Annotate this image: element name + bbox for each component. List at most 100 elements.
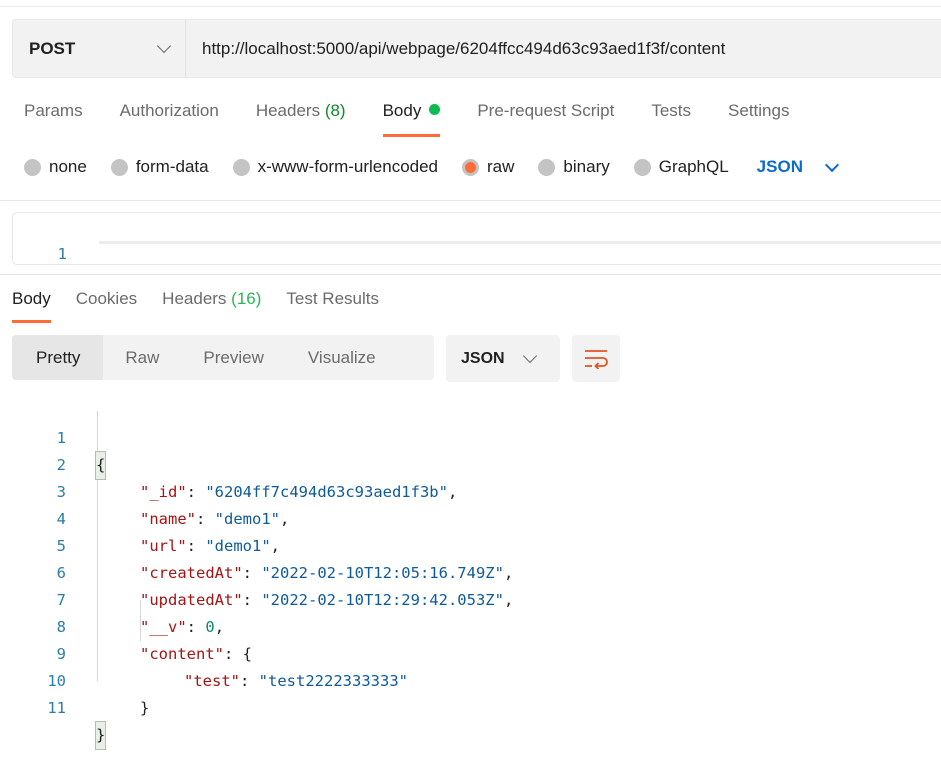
json-comma: , — [503, 564, 514, 582]
line-number: 5 — [56, 537, 66, 555]
radio-graphql[interactable]: GraphQL — [633, 157, 729, 177]
code-line: 1 { — [13, 214, 67, 263]
json-comma: , — [503, 591, 514, 609]
radio-label: x-www-form-urlencoded — [257, 157, 439, 176]
chevron-down-icon — [156, 38, 172, 54]
response-tabs: Body Cookies Headers (16) Test Results — [12, 289, 404, 323]
line-number: 2 — [56, 456, 66, 474]
tab-body[interactable]: Body — [382, 101, 441, 137]
radio-label: GraphQL — [658, 157, 729, 176]
view-raw[interactable]: Raw — [103, 335, 181, 380]
code-text: "content": { — [140, 645, 253, 663]
radio-circle-icon — [24, 158, 41, 176]
request-body-editor[interactable]: 1 { 2 ···"test":"test2222333333" — [12, 212, 941, 265]
view-visualize[interactable]: Visualize — [286, 335, 398, 380]
radio-label: binary — [563, 157, 610, 176]
chevron-down-icon — [824, 157, 840, 172]
code-line: 7 "__v": 0, — [0, 560, 224, 636]
line-number: 8 — [56, 618, 66, 636]
view-pretty[interactable]: Pretty — [12, 335, 104, 380]
divider — [0, 200, 941, 201]
code-line: 8 "content": { — [0, 587, 252, 663]
json-comma: , — [280, 510, 290, 528]
json-comma: , — [270, 537, 281, 555]
code-line: 1 { — [0, 398, 107, 480]
tab-label: Test Results — [286, 289, 379, 308]
radio-selected-icon — [462, 158, 480, 176]
radio-circle-icon — [232, 158, 250, 176]
response-format-select[interactable]: JSON — [446, 335, 560, 382]
line-number: 3 — [56, 483, 66, 501]
active-line-highlight — [99, 241, 941, 244]
json-comma: , — [447, 483, 458, 501]
view-preview[interactable]: Preview — [181, 335, 285, 380]
body-format-label: JSON — [756, 157, 803, 176]
line-number: 7 — [56, 591, 66, 609]
radio-label: form-data — [135, 157, 209, 176]
json-string: "2022-02-10T12:05:16.749Z" — [261, 564, 504, 582]
tab-test-results[interactable]: Test Results — [286, 289, 379, 322]
code-line: 11 } — [0, 668, 107, 750]
json-comma: , — [214, 618, 225, 636]
tab-pre-request-script[interactable]: Pre-request Script — [477, 101, 614, 135]
code-text: "__v": 0, — [140, 618, 225, 636]
tab-cookies[interactable]: Cookies — [76, 289, 137, 322]
code-text: "test": "test2222333333" — [184, 672, 408, 690]
method-label: POST — [29, 38, 76, 58]
line-number: 9 — [56, 645, 66, 663]
tab-authorization[interactable]: Authorization — [120, 101, 219, 135]
code-line: 10 } — [0, 641, 149, 717]
tab-headers[interactable]: Headers (8) — [256, 101, 346, 135]
line-number: 1 — [56, 429, 66, 447]
radio-raw[interactable]: raw — [462, 157, 514, 177]
tab-response-body[interactable]: Body — [12, 289, 51, 323]
json-string: "2022-02-10T12:29:42.053Z" — [261, 591, 504, 609]
tab-label: Tests — [651, 101, 692, 120]
tab-params[interactable]: Params — [24, 101, 83, 135]
radio-label: raw — [487, 157, 515, 176]
line-number: 10 — [47, 672, 66, 690]
json-key: "test" — [184, 672, 240, 690]
radio-form-data[interactable]: form-data — [110, 157, 209, 177]
code-brace: } — [94, 721, 107, 750]
json-number: 0 — [205, 618, 215, 636]
radio-none[interactable]: none — [24, 157, 87, 177]
response-body-viewer[interactable]: 1 { 2 "_id": "6204ff7c494d63c93aed1f3b",… — [0, 397, 941, 750]
url-input[interactable]: http://localhost:5000/api/webpage/6204ff… — [186, 39, 725, 59]
radio-circle-icon — [538, 158, 556, 176]
json-string: "demo1" — [214, 510, 280, 528]
radio-circle-icon — [633, 158, 651, 176]
json-key: "updatedAt" — [140, 591, 243, 609]
radio-binary[interactable]: binary — [538, 157, 610, 177]
tab-label: Body — [12, 289, 51, 308]
radio-circle-icon — [110, 158, 128, 176]
tab-label: Headers — [162, 289, 227, 308]
radio-x-www-form-urlencoded[interactable]: x-www-form-urlencoded — [232, 157, 439, 177]
json-key: "_id" — [140, 483, 187, 501]
code-line: 4 "url": "demo1", — [0, 479, 280, 555]
body-format-select[interactable]: JSON — [756, 157, 840, 177]
request-tabs: Params Authorization Headers (8) Body Pr… — [24, 101, 826, 137]
body-type-radio-group: none form-data x-www-form-urlencoded raw… — [24, 157, 840, 177]
headers-count: (8) — [324, 101, 346, 120]
code-text: "_id": "6204ff7c494d63c93aed1f3b", — [140, 483, 458, 501]
method-select[interactable]: POST — [13, 20, 186, 77]
tab-label: Params — [24, 101, 83, 120]
tab-tests[interactable]: Tests — [651, 101, 691, 135]
line-number: 4 — [56, 510, 66, 528]
wrap-lines-button[interactable] — [572, 335, 620, 382]
wrap-lines-icon — [585, 349, 608, 369]
json-key: "url" — [140, 537, 187, 555]
tab-settings[interactable]: Settings — [728, 101, 789, 135]
json-string: "6204ff7c494d63c93aed1f3b" — [205, 483, 448, 501]
body-indicator-dot-icon — [429, 104, 441, 115]
chevron-down-icon — [522, 348, 537, 364]
tab-label: Pre-request Script — [477, 101, 615, 120]
tab-label: Headers — [255, 101, 321, 120]
tab-label: Authorization — [119, 101, 219, 120]
code-line: 6 "updatedAt": "2022-02-10T12:29:42.053Z… — [0, 533, 514, 609]
code-text: "url": "demo1", — [140, 537, 281, 555]
tab-response-headers[interactable]: Headers (16) — [162, 289, 261, 322]
divider — [0, 274, 941, 275]
code-line: 2 "_id": "6204ff7c494d63c93aed1f3b", — [0, 425, 458, 501]
